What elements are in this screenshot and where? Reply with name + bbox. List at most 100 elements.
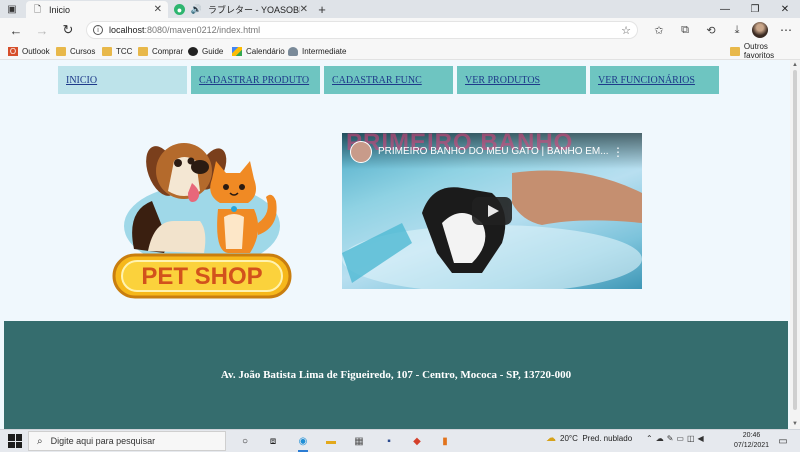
- calendar-icon: [232, 46, 242, 56]
- reload-button[interactable]: ↻: [60, 22, 76, 38]
- settings-menu-icon[interactable]: ⋯: [778, 22, 794, 38]
- bookmark-calendario[interactable]: Calendário: [232, 44, 285, 58]
- main-nav: INICIO CADASTRAR PRODUTO CADASTRAR FUNC …: [58, 66, 719, 94]
- taskbar-search-box[interactable]: ⌕ Digite aqui para pesquisar: [28, 431, 226, 451]
- url-field[interactable]: i localhost:8080/maven0212/index.html ☆: [86, 21, 638, 39]
- clock-date: 07/12/2021: [734, 442, 770, 449]
- channel-avatar[interactable]: [350, 141, 372, 163]
- ghost-icon: [288, 46, 298, 56]
- github-icon: [188, 46, 198, 56]
- system-tray: ⌃ ☁ ✎ ▭ ◫ ◀: [646, 434, 704, 443]
- spotify-icon: ●: [174, 4, 185, 15]
- new-tab-button[interactable]: +: [314, 1, 330, 17]
- tab-yoasobi[interactable]: ● 🔊 ラブレター - YOASOBI ✕: [168, 1, 314, 18]
- notification-icon[interactable]: ▭: [776, 434, 790, 448]
- window-controls: — ❐ ✕: [710, 0, 800, 18]
- tab-title: Inicio: [49, 4, 71, 15]
- tab-title: ラブレター - YOASOBI: [208, 5, 300, 15]
- favorites-icon[interactable]: ✩: [646, 22, 672, 38]
- video-more-icon[interactable]: ⋮: [612, 145, 624, 159]
- video-title[interactable]: PRIMEIRO BANHO DO MEU GATO | BANHO EM...: [378, 146, 609, 157]
- bookmark-outlook[interactable]: O Outlook: [8, 44, 50, 58]
- profile-avatar[interactable]: [752, 22, 768, 38]
- bookmarks-bar: O Outlook Cursos TCC Comprar Guide Calend…: [0, 42, 800, 60]
- volume-icon[interactable]: ◀: [698, 434, 704, 443]
- play-button[interactable]: [472, 197, 512, 225]
- toolbar-icons: ✩ ⧉ ⟲ ⤓: [646, 22, 750, 38]
- search-placeholder: Digite aqui para pesquisar: [50, 436, 156, 446]
- folder-icon: [138, 46, 148, 56]
- task-view-icon[interactable]: ⧈: [264, 433, 282, 449]
- downloads-icon[interactable]: ⤓: [724, 22, 750, 38]
- browser-tab-strip: ▣ 🗋 Inicio ✕ ● 🔊 ラブレター - YOASOBI ✕ + — ❐…: [0, 0, 800, 18]
- cloud-icon[interactable]: ☁: [656, 434, 664, 443]
- speaker-icon[interactable]: 🔊: [191, 4, 202, 15]
- site-info-icon[interactable]: i: [93, 25, 103, 35]
- show-hidden-icons-icon[interactable]: ⌃: [646, 434, 653, 443]
- bookmark-label: Calendário: [246, 46, 285, 56]
- tab-actions-icon[interactable]: ▣: [4, 2, 20, 16]
- collections-icon[interactable]: ⧉: [672, 22, 698, 38]
- url-host: localhost: [109, 25, 145, 35]
- bookmark-outros-favoritos[interactable]: Outros favoritos: [730, 42, 800, 60]
- bookmark-label: Cursos: [70, 46, 96, 56]
- weather-widget[interactable]: ☁ 20°C Pred. nublado: [546, 433, 632, 444]
- bookmark-label: Outros favoritos: [743, 42, 775, 60]
- bookmark-intermediate[interactable]: Intermediate: [288, 44, 346, 58]
- nav-inicio[interactable]: INICIO: [58, 66, 187, 94]
- bookmark-label: Comprar: [152, 46, 184, 56]
- weather-condition: Pred. nublado: [582, 434, 633, 443]
- bookmark-cursos[interactable]: Cursos: [56, 44, 95, 58]
- logo-text: PET SHOP: [141, 263, 262, 290]
- close-tab-icon[interactable]: ✕: [300, 4, 308, 15]
- youtube-video-embed[interactable]: PRIMEIRO BANHO PRIMEIRO BANHO DO MEU GAT…: [342, 133, 642, 289]
- start-button[interactable]: [8, 434, 22, 448]
- file-explorer-icon[interactable]: ▬: [322, 433, 340, 449]
- weather-temp: 20°C: [560, 434, 578, 443]
- pen-icon[interactable]: ✎: [667, 434, 674, 443]
- favorite-star-icon[interactable]: ☆: [621, 24, 631, 37]
- photoshop-icon[interactable]: ▪: [380, 433, 398, 449]
- taskbar-clock[interactable]: 20:46 07/12/2021: [734, 431, 769, 451]
- tab-inicio[interactable]: 🗋 Inicio ✕: [26, 1, 168, 18]
- scroll-down-icon[interactable]: ▼: [792, 421, 798, 427]
- network-icon[interactable]: ◫: [687, 434, 695, 443]
- nav-cadastrar-produto[interactable]: CADASTRAR PRODUTO: [191, 66, 320, 94]
- outlook-icon: O: [8, 46, 18, 56]
- calculator-icon[interactable]: ▦: [350, 433, 368, 449]
- windows-taskbar: ⌕ Digite aqui para pesquisar ○ ⧈ ◉ ▬ ▦ ▪…: [0, 429, 800, 452]
- address-toolbar: ← → ↻ i localhost:8080/maven0212/index.h…: [0, 18, 800, 42]
- bookmark-label: TCC: [116, 46, 133, 56]
- clock-time: 20:46: [742, 432, 761, 439]
- nav-ver-produtos[interactable]: VER PRODUTOS: [457, 66, 586, 94]
- bookmark-tcc[interactable]: TCC: [102, 44, 132, 58]
- search-icon: ⌕: [37, 435, 43, 447]
- vertical-scrollbar[interactable]: ▲ ▼: [790, 60, 800, 429]
- back-button[interactable]: ←: [8, 22, 24, 38]
- bookmark-label: Outlook: [22, 46, 50, 56]
- folder-icon: [56, 46, 66, 56]
- scroll-thumb[interactable]: [793, 70, 797, 410]
- page-footer: Av. João Batista Lima de Figueiredo, 107…: [4, 321, 788, 429]
- pet-shop-logo: PET SHOP: [112, 143, 292, 299]
- scroll-up-icon[interactable]: ▲: [792, 62, 798, 68]
- nav-ver-funcionarios[interactable]: VER FUNCIONÁRIOS: [590, 66, 719, 94]
- bookmark-guide[interactable]: Guide: [188, 44, 223, 58]
- close-tab-icon[interactable]: ✕: [154, 4, 162, 15]
- weather-icon: ☁: [546, 433, 556, 444]
- app-icon[interactable]: ▮: [436, 433, 454, 449]
- office-icon[interactable]: ◆: [408, 433, 426, 449]
- page-icon: 🗋: [33, 3, 42, 14]
- history-icon[interactable]: ⟲: [698, 22, 724, 38]
- bookmark-comprar[interactable]: Comprar: [138, 44, 183, 58]
- bookmark-label: Intermediate: [302, 46, 347, 56]
- forward-button[interactable]: →: [34, 22, 50, 38]
- restore-button[interactable]: ❐: [740, 0, 770, 18]
- folder-icon: [102, 46, 112, 56]
- edge-icon[interactable]: ◉: [294, 433, 312, 452]
- minimize-button[interactable]: —: [710, 0, 740, 18]
- cortana-icon[interactable]: ○: [236, 433, 254, 449]
- battery-icon[interactable]: ▭: [676, 434, 684, 443]
- close-window-button[interactable]: ✕: [770, 0, 800, 18]
- nav-cadastrar-func[interactable]: CADASTRAR FUNC: [324, 66, 453, 94]
